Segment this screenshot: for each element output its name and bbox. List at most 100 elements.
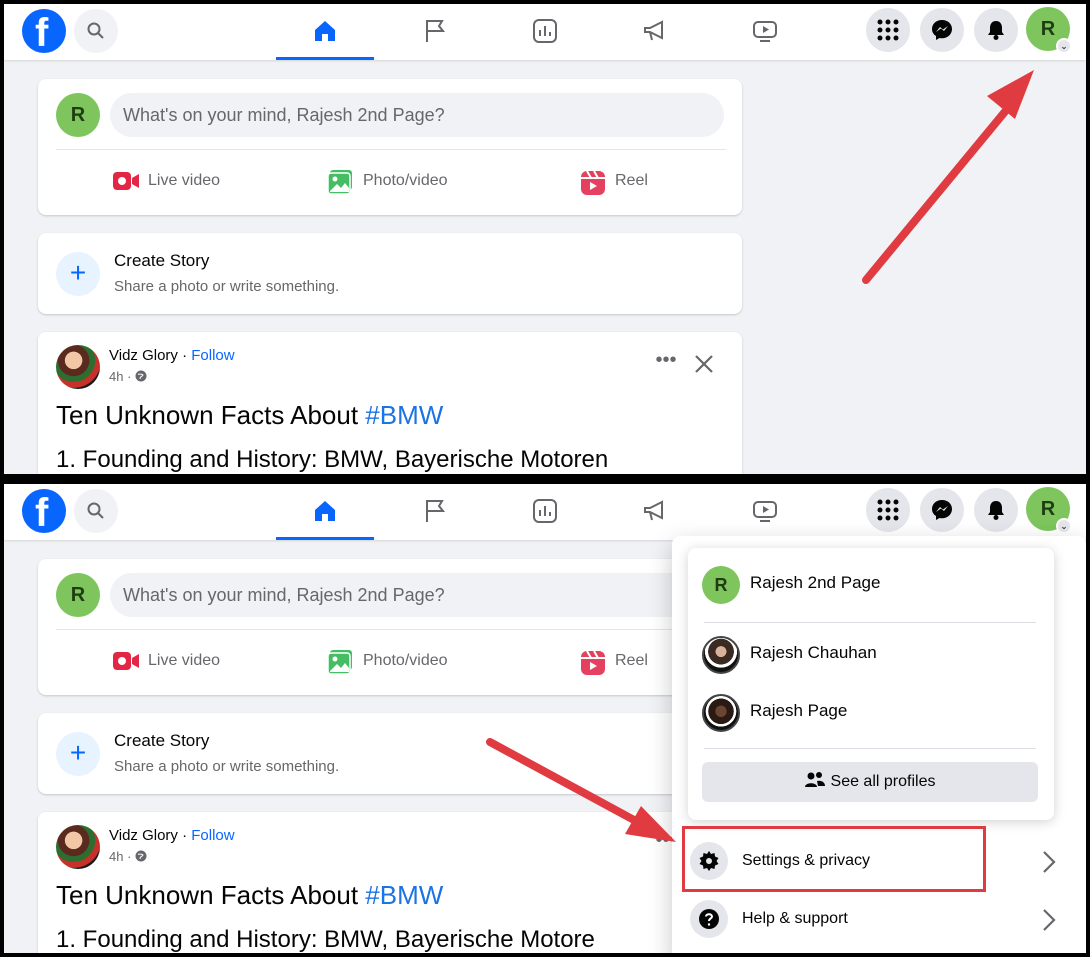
bell-icon <box>988 21 1004 40</box>
profile-item-rajesh-page[interactable]: Rajesh Page <box>702 690 1042 738</box>
more-options-icon[interactable]: ••• <box>652 350 680 378</box>
plus-icon[interactable]: + <box>56 732 100 776</box>
facebook-logo[interactable]: f <box>22 489 66 535</box>
chevron-down-icon[interactable]: ⌄ <box>1056 38 1072 54</box>
live-video-icon <box>113 652 139 670</box>
facebook-logo-letter: f <box>35 11 49 55</box>
reel-icon <box>581 170 605 195</box>
hashtag-link[interactable]: #BMW <box>365 880 443 910</box>
megaphone-icon <box>644 20 663 41</box>
notifications-button[interactable] <box>974 8 1018 52</box>
search-button[interactable] <box>74 489 118 533</box>
author-avatar[interactable] <box>56 825 100 869</box>
tab-ads[interactable] <box>606 484 704 540</box>
post-time[interactable]: 4h · <box>109 369 135 384</box>
chevron-right-icon <box>1043 851 1056 873</box>
create-story-subtitle: Share a photo or write something. <box>114 758 340 775</box>
flag-icon <box>426 500 446 522</box>
composer-divider <box>56 629 726 630</box>
status-input[interactable]: What's on your mind, Rajesh 2nd Page? <box>110 573 724 617</box>
status-input[interactable]: What's on your mind, Rajesh 2nd Page? <box>110 93 724 137</box>
facebook-logo-letter: f <box>35 491 49 535</box>
create-story-title: Create Story <box>114 251 210 270</box>
top-navigation-bar: f R ⌄ <box>4 484 1086 540</box>
help-support-label: Help & support <box>742 910 848 927</box>
composer-divider <box>56 149 726 150</box>
profile-item-rajesh-2nd-page[interactable]: R Rajesh 2nd Page <box>702 562 1042 610</box>
search-button[interactable] <box>74 9 118 53</box>
photo-video-label: Photo/video <box>363 172 448 189</box>
notifications-button[interactable] <box>974 488 1018 532</box>
follow-link[interactable]: Follow <box>191 827 234 844</box>
author-name[interactable]: Vidz Glory <box>109 347 178 364</box>
tab-video[interactable] <box>716 484 814 540</box>
tab-home[interactable] <box>276 4 374 60</box>
help-icon <box>690 900 728 938</box>
home-icon <box>315 21 335 41</box>
author-name[interactable]: Vidz Glory <box>109 827 178 844</box>
post-time[interactable]: 4h · <box>109 849 135 864</box>
feed-post: Vidz Glory · Follow 4h · ••• Ten Unknown… <box>38 332 742 474</box>
menu-grid-icon <box>877 499 899 521</box>
see-all-profiles-button[interactable]: See all profiles <box>702 762 1038 802</box>
messenger-button[interactable] <box>920 8 964 52</box>
tab-home[interactable] <box>276 484 374 540</box>
composer-avatar[interactable]: R <box>56 573 100 617</box>
create-story-card[interactable]: + Create Story Share a photo or write so… <box>38 233 742 314</box>
create-story-card[interactable]: + Create Story Share a photo or write so… <box>38 713 742 794</box>
menu-grid-icon <box>877 19 899 41</box>
profile-name: Rajesh 2nd Page <box>750 573 881 592</box>
home-icon <box>315 501 335 521</box>
reel-label: Reel <box>615 652 648 669</box>
reel-label: Reel <box>615 172 648 189</box>
photo-icon <box>327 170 352 195</box>
menu-button[interactable] <box>866 488 910 532</box>
create-story-subtitle: Share a photo or write something. <box>114 278 340 295</box>
follow-link[interactable]: Follow <box>191 347 234 364</box>
separator: · <box>177 347 192 364</box>
post-headline: Ten Unknown Facts About #BMW <box>56 400 443 431</box>
composer-avatar[interactable]: R <box>56 93 100 137</box>
screenshot-after: f R ⌄ R What's on your mind, Rajesh 2nd … <box>4 484 1086 953</box>
search-icon <box>87 502 104 519</box>
top-navigation-bar: f R ⌄ <box>4 4 1086 60</box>
author-avatar[interactable] <box>56 345 100 389</box>
video-icon <box>753 21 777 42</box>
separator: · <box>177 827 192 844</box>
close-icon[interactable] <box>690 350 718 378</box>
help-support-item[interactable]: Help & support <box>690 894 1070 946</box>
hashtag-link[interactable]: #BMW <box>365 400 443 430</box>
screenshot-before: f R ⌄ R What's on your mind, Rajesh 2nd … <box>4 4 1086 474</box>
tab-pages[interactable] <box>386 484 484 540</box>
plus-icon[interactable]: + <box>56 252 100 296</box>
globe-icon <box>135 850 147 862</box>
chevron-down-icon[interactable]: ⌄ <box>1056 518 1072 534</box>
profile-photo <box>702 636 740 674</box>
profile-item-rajesh-chauhan[interactable]: Rajesh Chauhan <box>702 632 1042 680</box>
tab-ads[interactable] <box>606 4 704 60</box>
tab-pages[interactable] <box>386 4 484 60</box>
composer-card: R What's on your mind, Rajesh 2nd Page? … <box>38 79 742 215</box>
live-video-label: Live video <box>148 172 221 189</box>
video-icon <box>753 501 777 522</box>
insights-icon <box>533 19 557 43</box>
reel-icon <box>581 650 605 675</box>
profile-avatar: R <box>702 566 740 604</box>
live-video-icon <box>113 172 139 190</box>
headline-text: Ten Unknown Facts About <box>56 880 366 910</box>
messenger-icon <box>932 500 952 520</box>
messenger-button[interactable] <box>920 488 964 532</box>
facebook-logo[interactable]: f <box>22 9 66 55</box>
messenger-icon <box>932 20 952 40</box>
post-body: 1. Founding and History: BMW, Bayerische… <box>56 926 595 953</box>
menu-button[interactable] <box>866 8 910 52</box>
profiles-card: R Rajesh 2nd Page Rajesh Chauhan Rajesh … <box>688 548 1054 820</box>
tab-insights[interactable] <box>496 484 594 540</box>
profile-name: Rajesh Chauhan <box>750 643 877 662</box>
annotation-highlight-box <box>682 826 986 892</box>
feed-post: Vidz Glory · Follow 4h · ••• Ten Unknown… <box>38 812 742 953</box>
globe-icon <box>135 370 147 382</box>
see-all-label: See all profiles <box>830 773 936 790</box>
tab-insights[interactable] <box>496 4 594 60</box>
tab-video[interactable] <box>716 4 814 60</box>
